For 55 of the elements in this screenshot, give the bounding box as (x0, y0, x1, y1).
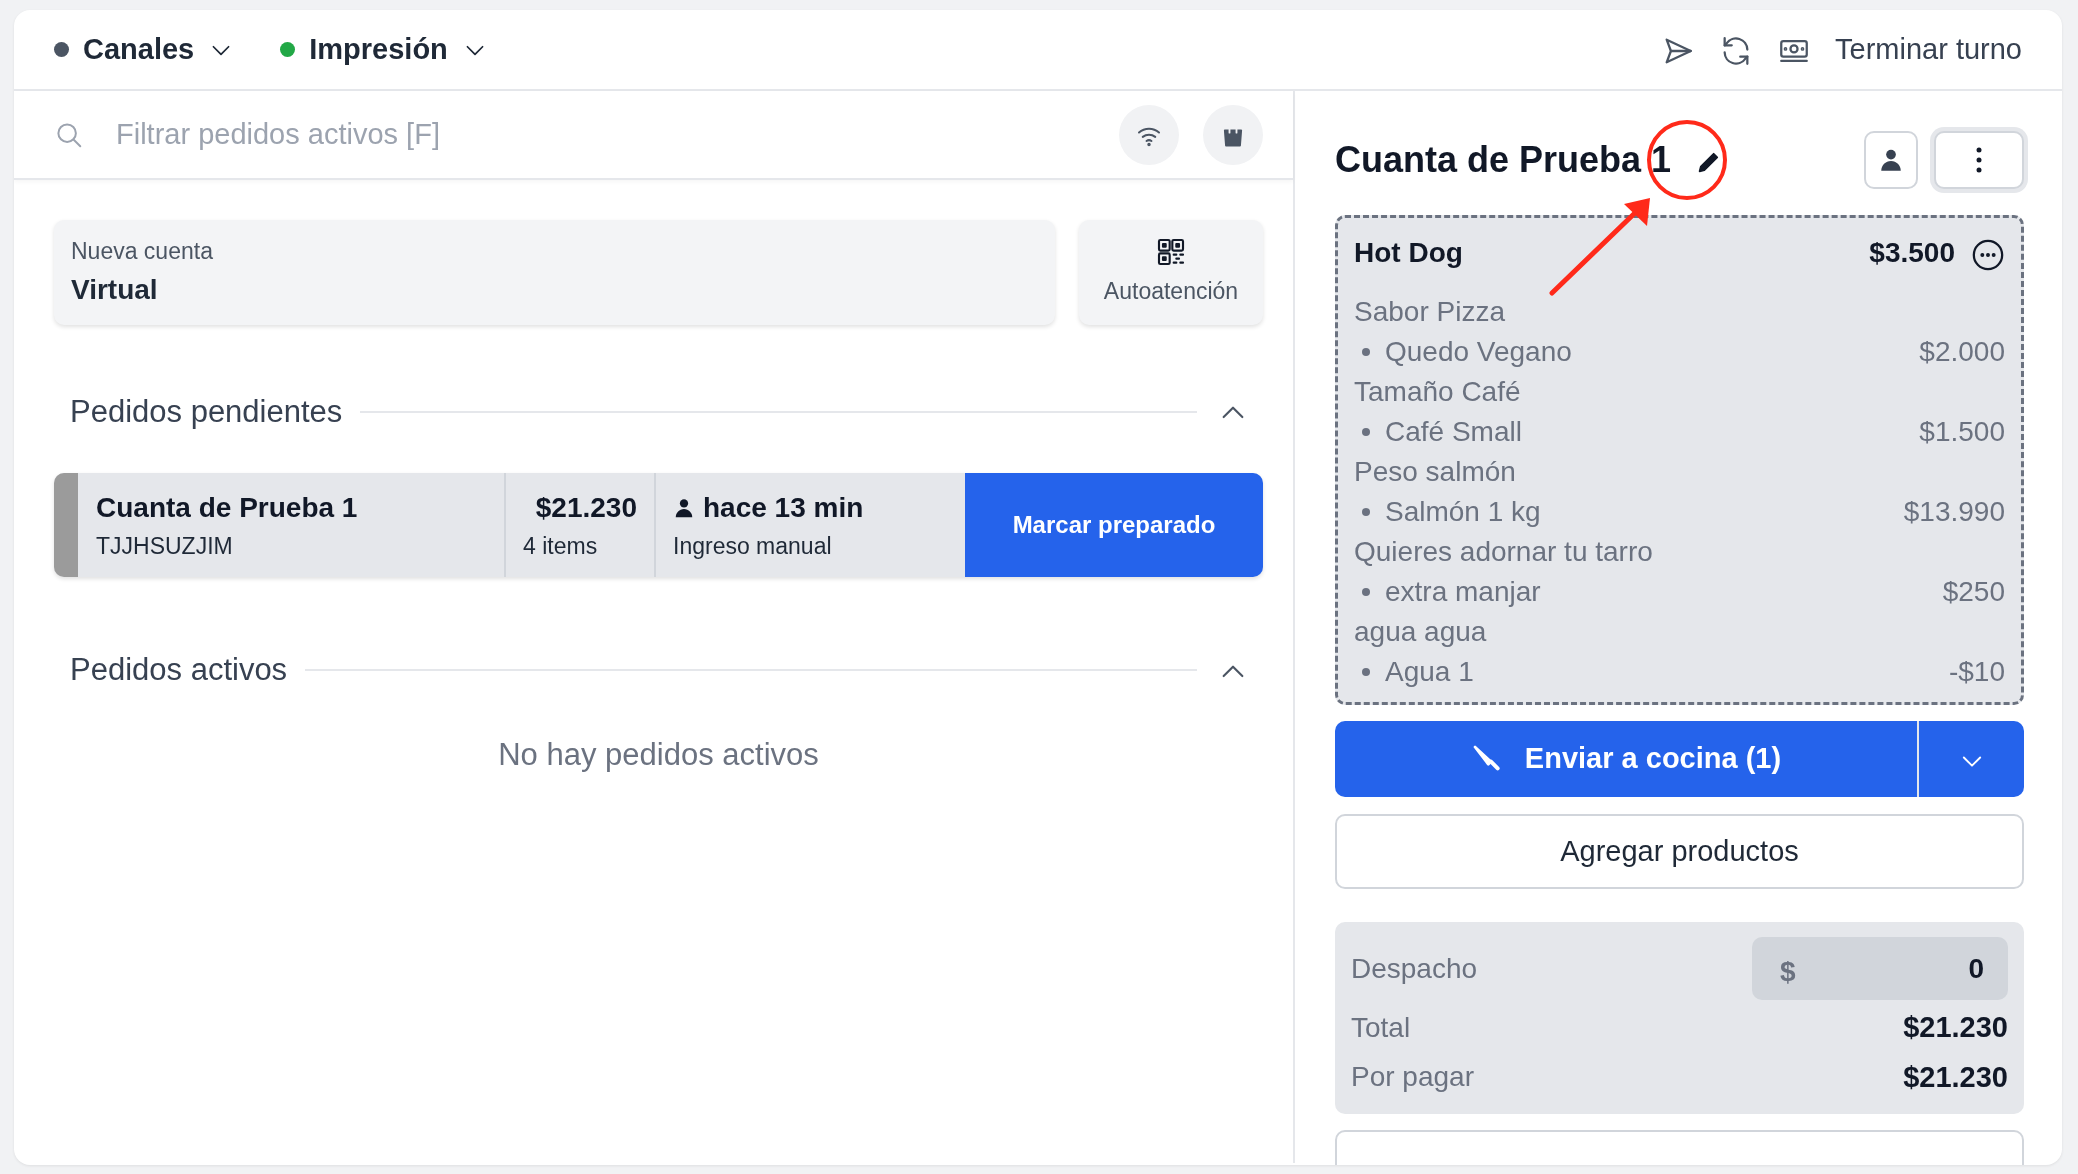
modifier-group: Peso salmón (1354, 452, 2005, 492)
mark-prepared-button[interactable]: Marcar preparado (965, 473, 1263, 577)
modifier-price: $1.500 (1919, 415, 2005, 449)
modifier-option: Salmón 1 kg (1385, 492, 1904, 532)
order-time: hace 13 min (703, 490, 864, 525)
product-price: $3.500 (1869, 236, 1955, 270)
order-card[interactable]: Cuanta de Prueba 1 TJJHSUZJIM $21.230 4 items hace 13 min Ingreso manual Marcar preparado (54, 473, 1263, 577)
modifier-price: $250 (1942, 575, 2005, 609)
add-products-button[interactable]: Agregar productos (1335, 814, 2024, 889)
customer-button[interactable] (1864, 131, 1918, 189)
more-options-icon[interactable] (1971, 237, 2005, 272)
bullet-icon (1362, 508, 1370, 516)
modifier-option: Quedo Vegano (1385, 332, 1920, 372)
summary-label: Por pagar (1351, 1060, 1474, 1095)
account-title: Cuanta de Prueba 1 (1335, 138, 1672, 182)
modifier-option: Agua 1 (1385, 652, 1949, 692)
item-count: 4 items (523, 531, 599, 561)
modifier-price: $13.990 (1903, 495, 2005, 529)
product-name: Hot Dog (1354, 236, 1464, 270)
bullet-icon (1362, 428, 1370, 436)
field-label: Nueva cuenta (71, 237, 214, 266)
summary-label: Despacho (1351, 951, 1478, 986)
summary-value: $21.230 (1903, 1010, 2008, 1045)
modifier-price: $2.000 (1919, 335, 2005, 369)
section-title: Pedidos activos (70, 651, 288, 689)
order-amount: $21.230 (534, 490, 637, 525)
modifier-group: Quieres adornar tu tarro (1354, 532, 2005, 572)
bullet-icon (1362, 668, 1370, 676)
order-code: TJJHSUZJIM (96, 531, 234, 561)
modifier-group: Tamaño Café (1354, 372, 2005, 412)
channel-menu[interactable]: Canales (54, 27, 235, 72)
summary-label: Total (1351, 1010, 1411, 1045)
field-value: Virtual (71, 272, 159, 307)
kebab-menu-icon (1974, 145, 1984, 175)
section-title: Pedidos pendientes (70, 392, 343, 431)
modifier-option: extra manjar (1385, 572, 1943, 612)
channel-menu[interactable]: Impresión (280, 27, 488, 72)
modifier-group: Sabor Pizza (1354, 292, 2005, 332)
qr-code-icon (1155, 236, 1187, 268)
empty-message: No hay pedidos activos (497, 735, 820, 774)
order-source: Ingreso manual (673, 531, 833, 561)
person-icon (673, 496, 695, 519)
end-shift-button[interactable]: Terminar turno (1835, 27, 2022, 72)
modifier-group: agua agua (1354, 612, 2005, 652)
modifier-option: Café Small (1385, 412, 1920, 452)
self-service-button[interactable]: Autoatención (1079, 220, 1263, 325)
person-icon (1878, 147, 1904, 173)
send-to-kitchen-button[interactable]: Enviar a cocina (1) (1335, 721, 1917, 797)
modifier-price: -$10 (1948, 655, 2005, 689)
bullet-icon (1362, 588, 1370, 596)
summary-value: $21.230 (1903, 1059, 2008, 1095)
currency-symbol: $ (1780, 955, 1796, 989)
new-account-card[interactable]: Nueva cuenta Virtual (54, 220, 1055, 325)
bullet-icon (1362, 348, 1370, 356)
order-name: Cuanta de Prueba 1 (96, 490, 359, 525)
